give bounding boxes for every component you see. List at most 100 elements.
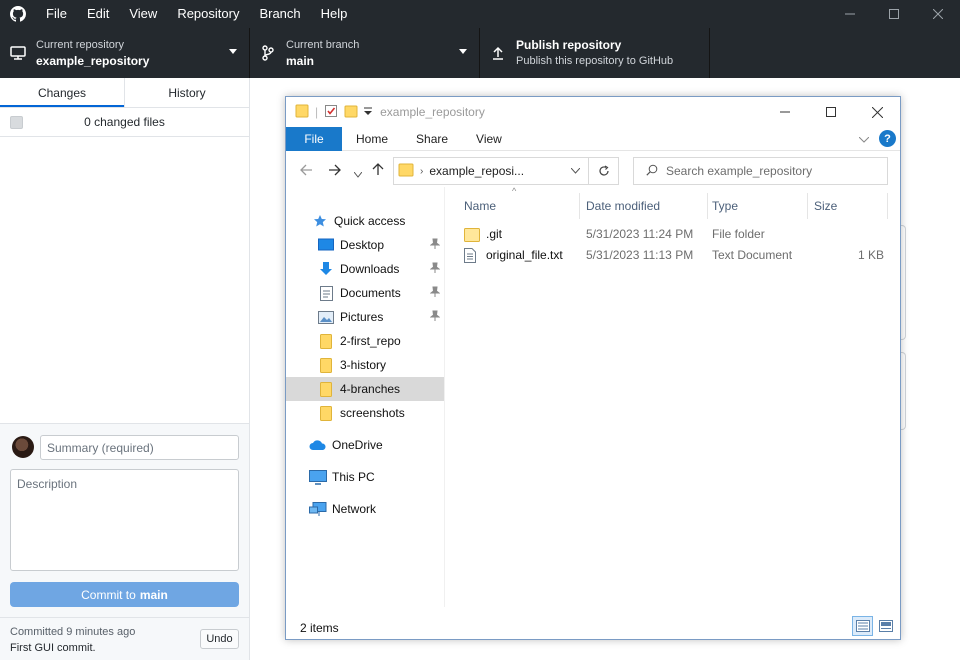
commit-button-label: Commit to: [81, 587, 136, 602]
nav-quick-access[interactable]: Quick access: [286, 209, 444, 233]
navigation-pane: Quick access Desktop Downloads Documents: [286, 209, 444, 589]
search-box[interactable]: [633, 157, 888, 185]
github-logo-icon: [0, 0, 36, 28]
download-arrow-icon: [317, 260, 335, 278]
forward-arrow-icon[interactable]: [328, 163, 341, 179]
nav-desktop[interactable]: Desktop: [286, 233, 444, 257]
address-dropdown-icon[interactable]: [570, 166, 581, 177]
column-size[interactable]: Size: [810, 193, 888, 219]
folder-icon: [398, 162, 414, 181]
column-type[interactable]: Type: [708, 193, 808, 219]
file-row[interactable]: .git 5/31/2023 11:24 PM File folder: [460, 224, 890, 245]
up-arrow-icon[interactable]: [372, 163, 384, 179]
publish-repository-title: Publish repository: [516, 38, 622, 52]
maximize-icon[interactable]: [872, 0, 916, 28]
file-type: Text Document: [712, 248, 793, 262]
menu-bar: File Edit View Repository Branch Help: [36, 0, 357, 28]
app-toolbar: Current repository example_repository Cu…: [0, 28, 960, 78]
folder-icon: [317, 380, 335, 398]
current-branch-button[interactable]: Current branch main: [250, 28, 480, 78]
breadcrumb-chevron-icon: ›: [420, 165, 424, 177]
nav-folder-3-history[interactable]: 3-history: [286, 353, 444, 377]
large-icons-view-icon[interactable]: [875, 616, 896, 636]
file-name-cell: original_file.txt: [460, 245, 563, 266]
file-explorer-window: | example_repository File Home Share Vie…: [285, 96, 901, 640]
description-input[interactable]: [10, 469, 239, 571]
nav-pictures[interactable]: Pictures: [286, 305, 444, 329]
sidebar-tabs: Changes History: [0, 78, 249, 108]
tab-history[interactable]: History: [124, 78, 249, 107]
folder-icon: [317, 332, 335, 350]
menu-branch[interactable]: Branch: [249, 0, 310, 28]
nav-downloads[interactable]: Downloads: [286, 257, 444, 281]
ribbon-tab-home[interactable]: Home: [342, 127, 402, 151]
help-icon[interactable]: ?: [879, 130, 896, 147]
address-field[interactable]: › example_reposi...: [393, 157, 619, 185]
ribbon-tab-view[interactable]: View: [462, 127, 516, 151]
nav-onedrive[interactable]: OneDrive: [286, 433, 444, 457]
current-repository-button[interactable]: Current repository example_repository: [0, 28, 250, 78]
upload-icon: [480, 46, 516, 60]
details-view-icon[interactable]: [852, 616, 873, 636]
menu-view[interactable]: View: [119, 0, 167, 28]
file-date: 5/31/2023 11:13 PM: [586, 248, 694, 262]
ribbon-tab-share[interactable]: Share: [402, 127, 462, 151]
monitor-icon: [0, 46, 36, 60]
nav-this-pc[interactable]: This PC: [286, 465, 444, 489]
nav-network[interactable]: Network: [286, 497, 444, 521]
menu-repository[interactable]: Repository: [167, 0, 249, 28]
nav-quick-access-label: Quick access: [334, 214, 406, 228]
expand-ribbon-icon[interactable]: [858, 132, 870, 146]
search-icon: [646, 164, 658, 179]
search-input[interactable]: [666, 164, 866, 178]
nav-folder-2-first-repo[interactable]: 2-first_repo: [286, 329, 444, 353]
column-date-modified[interactable]: Date modified: [582, 193, 708, 219]
star-icon: [311, 212, 329, 230]
commit-button[interactable]: Commit to main: [10, 582, 239, 607]
nav-pictures-label: Pictures: [340, 310, 384, 324]
ribbon-controls: ?: [858, 130, 896, 147]
chevron-down-icon: [229, 49, 237, 54]
nav-folder-4-branches[interactable]: 4-branches: [286, 377, 444, 401]
nav-folder-screenshots[interactable]: screenshots: [286, 401, 444, 425]
menu-help[interactable]: Help: [311, 0, 358, 28]
file-name: original_file.txt: [486, 248, 563, 262]
publish-repository-button[interactable]: Publish repository Publish this reposito…: [480, 28, 710, 78]
close-icon[interactable]: [916, 0, 960, 28]
address-path: example_reposi...: [429, 164, 525, 178]
pin-icon: [429, 286, 441, 301]
nav-this-pc-label: This PC: [332, 470, 375, 484]
pane-divider[interactable]: [444, 187, 445, 607]
minimize-icon[interactable]: [828, 0, 872, 28]
commit-button-branch: main: [139, 587, 168, 602]
menu-edit[interactable]: Edit: [77, 0, 119, 28]
file-name: .git: [486, 227, 503, 241]
customize-toolbar-icon[interactable]: [364, 105, 373, 119]
folder-icon: [295, 104, 309, 121]
undo-button[interactable]: Undo: [200, 629, 239, 649]
nav-folder-label: 3-history: [340, 358, 387, 372]
nav-documents[interactable]: Documents: [286, 281, 444, 305]
column-name[interactable]: Name: [460, 193, 580, 219]
close-icon[interactable]: [854, 97, 900, 127]
publish-repository-subtitle: Publish this repository to GitHub: [516, 55, 674, 67]
refresh-icon[interactable]: [588, 158, 618, 184]
item-count: 2 items: [300, 621, 339, 635]
select-all-checkbox[interactable]: [10, 116, 23, 129]
maximize-icon[interactable]: [808, 97, 854, 127]
recent-locations-icon[interactable]: [353, 165, 363, 181]
file-row[interactable]: original_file.txt 5/31/2023 11:13 PM Tex…: [460, 245, 890, 266]
summary-input[interactable]: [40, 435, 239, 460]
menu-file[interactable]: File: [36, 0, 77, 28]
tab-changes[interactable]: Changes: [0, 78, 124, 107]
back-arrow-icon[interactable]: [300, 163, 313, 179]
new-folder-icon[interactable]: [344, 104, 358, 121]
network-icon: [309, 500, 327, 518]
explorer-titlebar: | example_repository: [286, 97, 900, 127]
properties-icon[interactable]: [324, 104, 338, 121]
explorer-title: example_repository: [380, 105, 485, 119]
ribbon-tab-file[interactable]: File: [286, 126, 342, 151]
window-controls: [828, 0, 960, 28]
minimize-icon[interactable]: [762, 97, 808, 127]
commit-panel: Commit to main Committed 9 minutes ago F…: [0, 423, 249, 660]
